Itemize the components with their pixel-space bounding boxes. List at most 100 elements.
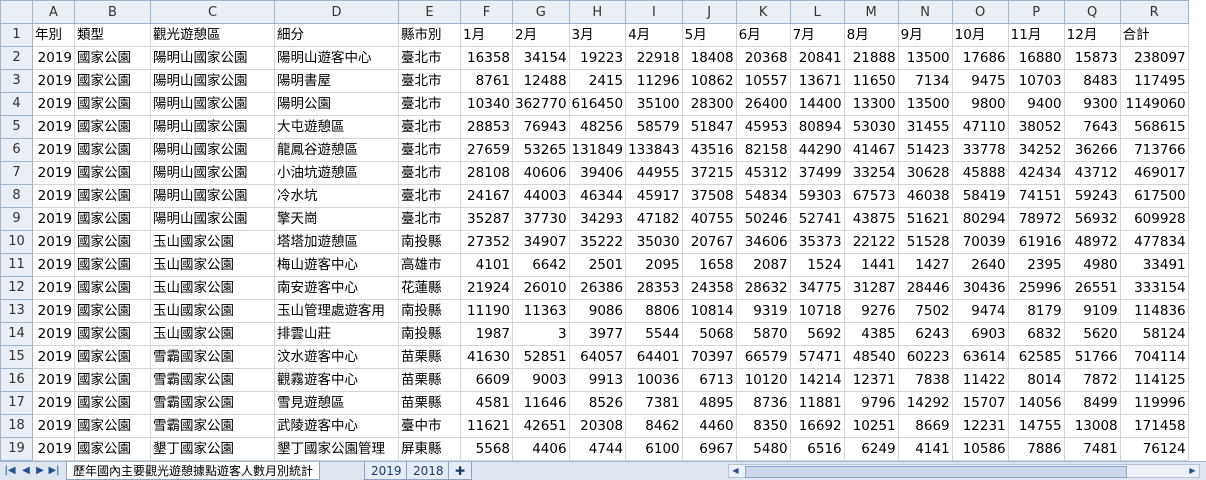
cell[interactable]: 苗栗縣 (398, 368, 461, 392)
cell[interactable]: 616450 (568, 92, 627, 116)
column-header-J[interactable]: J (681, 0, 737, 24)
cell[interactable]: 45312 (735, 161, 791, 185)
cell[interactable]: 617500 (1119, 184, 1189, 208)
cell[interactable]: 花蓮縣 (398, 276, 461, 300)
cell[interactable]: 58124 (1119, 322, 1189, 346)
cell[interactable]: 37730 (512, 207, 570, 231)
cell[interactable]: 6832 (1007, 322, 1065, 346)
column-header-E[interactable]: E (398, 0, 461, 24)
cell[interactable]: 大屯遊憩區 (274, 115, 399, 139)
cell[interactable]: 國家公園 (74, 368, 151, 392)
column-header-G[interactable]: G (512, 0, 570, 24)
cell[interactable]: 9300 (1063, 92, 1121, 116)
cell[interactable]: 8462 (625, 414, 683, 438)
cell[interactable]: 7481 (1063, 437, 1121, 461)
cell[interactable]: 南安遊客中心 (274, 276, 399, 300)
cell[interactable]: 4895 (681, 391, 737, 415)
cell[interactable]: 玉山國家公園 (150, 230, 275, 254)
row-header[interactable]: 9 (0, 207, 33, 231)
row-header[interactable]: 19 (0, 437, 33, 461)
cell[interactable]: 33778 (951, 138, 1009, 162)
cell[interactable]: 58419 (951, 184, 1009, 208)
cell[interactable]: 臺北市 (398, 115, 461, 139)
cell[interactable]: 37508 (681, 184, 737, 208)
cell[interactable]: 117495 (1119, 69, 1189, 93)
cell[interactable]: 2019 (32, 161, 75, 185)
last-sheet-icon[interactable]: ▶| (48, 464, 60, 478)
row-header[interactable]: 10 (0, 230, 33, 254)
cell[interactable]: 16692 (789, 414, 845, 438)
column-header-O[interactable]: O (951, 0, 1009, 24)
cell[interactable]: 58579 (625, 115, 683, 139)
row-header[interactable]: 11 (0, 253, 33, 277)
cell[interactable]: 2019 (32, 368, 75, 392)
cell[interactable]: 34907 (512, 230, 570, 254)
cell[interactable]: 陽明山國家公園 (150, 184, 275, 208)
cell[interactable]: 43712 (1063, 161, 1121, 185)
cell[interactable]: 3 (512, 322, 570, 346)
cell[interactable]: 10718 (789, 299, 845, 323)
cell[interactable]: 51847 (681, 115, 737, 139)
row-header[interactable]: 18 (0, 414, 33, 438)
cell[interactable]: 玉山國家公園 (150, 253, 275, 277)
cell[interactable]: 10814 (681, 299, 737, 323)
cell[interactable]: 9800 (951, 92, 1009, 116)
cell[interactable]: 48256 (568, 115, 627, 139)
cell[interactable]: 9400 (1007, 92, 1065, 116)
cell[interactable]: 39406 (568, 161, 627, 185)
cell[interactable]: 塔塔加遊憩區 (274, 230, 399, 254)
cell[interactable]: 南投縣 (398, 299, 461, 323)
cell[interactable]: 48972 (1063, 230, 1121, 254)
cell[interactable]: 4744 (568, 437, 627, 461)
cell[interactable]: 60223 (897, 345, 953, 369)
cell[interactable]: 62585 (1007, 345, 1065, 369)
cell[interactable]: 28108 (460, 161, 513, 185)
cell[interactable]: 國家公園 (74, 345, 151, 369)
cell[interactable]: 28300 (681, 92, 737, 116)
cell[interactable]: 14755 (1007, 414, 1065, 438)
cell[interactable]: 20767 (681, 230, 737, 254)
cell[interactable]: 6713 (681, 368, 737, 392)
cell[interactable]: 2019 (32, 138, 75, 162)
cell[interactable]: 小油坑遊憩區 (274, 161, 399, 185)
cell[interactable]: 1441 (843, 253, 899, 277)
cell[interactable]: 35100 (625, 92, 683, 116)
cell[interactable]: 墾丁國家公園 (150, 437, 275, 461)
cell[interactable]: 陽明公園 (274, 92, 399, 116)
cell[interactable]: 40755 (681, 207, 737, 231)
cell[interactable]: 34606 (735, 230, 791, 254)
column-header-F[interactable]: F (460, 0, 513, 24)
header-cell[interactable]: 合計 (1119, 23, 1189, 47)
cell[interactable]: 64401 (625, 345, 683, 369)
cell[interactable]: 2019 (32, 207, 75, 231)
column-header-H[interactable]: H (568, 0, 627, 24)
cell[interactable]: 35287 (460, 207, 513, 231)
cell[interactable]: 觀霧遊客中心 (274, 368, 399, 392)
header-cell[interactable]: 細分 (274, 23, 399, 47)
cell[interactable]: 7886 (1007, 437, 1065, 461)
cell[interactable]: 國家公園 (74, 92, 151, 116)
cell[interactable]: 27659 (460, 138, 513, 162)
cell[interactable]: 2087 (735, 253, 791, 277)
cell[interactable]: 59243 (1063, 184, 1121, 208)
cell[interactable]: 15873 (1063, 46, 1121, 70)
cell[interactable]: 28353 (625, 276, 683, 300)
cell[interactable]: 362770 (512, 92, 570, 116)
cell[interactable]: 11646 (512, 391, 570, 415)
cell[interactable]: 5870 (735, 322, 791, 346)
cell[interactable]: 2019 (32, 276, 75, 300)
cell[interactable]: 國家公園 (74, 207, 151, 231)
cell[interactable]: 1524 (789, 253, 845, 277)
cell[interactable]: 704114 (1119, 345, 1189, 369)
row-header[interactable]: 17 (0, 391, 33, 415)
header-cell[interactable]: 年別 (32, 23, 75, 47)
cell[interactable]: 24167 (460, 184, 513, 208)
cell[interactable]: 76943 (512, 115, 570, 139)
cell[interactable]: 51528 (897, 230, 953, 254)
cell[interactable]: 11296 (625, 69, 683, 93)
cell[interactable]: 13500 (897, 92, 953, 116)
cell[interactable]: 4460 (681, 414, 737, 438)
header-cell[interactable]: 2月 (512, 23, 570, 47)
cell[interactable]: 國家公園 (74, 276, 151, 300)
cell[interactable]: 76124 (1119, 437, 1189, 461)
